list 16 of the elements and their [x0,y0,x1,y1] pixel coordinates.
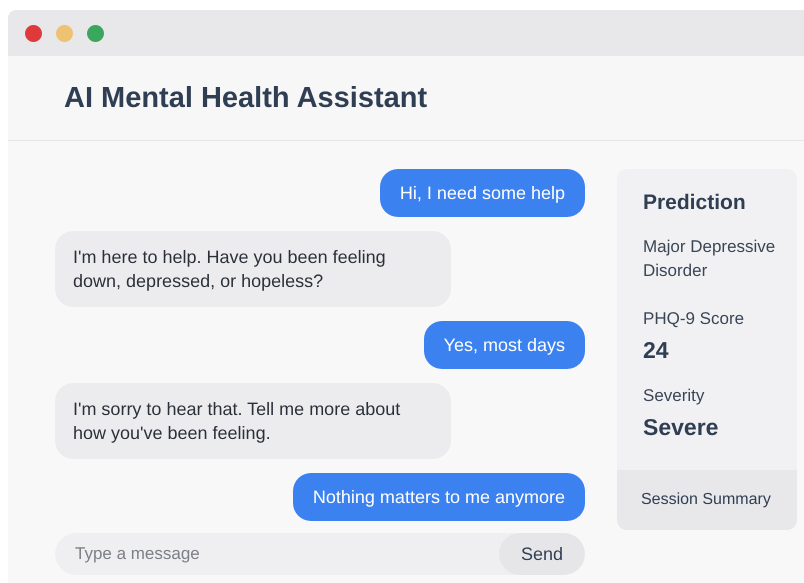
user-message: Hi, I need some help [380,169,585,217]
score-label: PHQ-9 Score [643,308,746,330]
diagnosis: Major Depressive Disorder [643,236,776,282]
severity-value: Severe [643,414,720,441]
window-control-button[interactable] [25,24,42,42]
send-button[interactable]: Send [498,533,585,575]
window-control-button[interactable] [87,24,104,42]
score-value: 24 [643,337,670,364]
user-message: Yes, most days [424,321,585,369]
user-message: Nothing matters to me anymore [292,473,585,521]
app-title: AI Mental Health Assistant [64,82,428,114]
panel-title: Prediction [643,191,747,215]
assistant-message: I'm here to help. Have you been feeling down, depressed, or hopeless? [55,231,451,307]
assistant-message: I'm sorry to hear that. Tell me more about how you've been feeling. [55,383,451,459]
severity-label: Severity [643,385,706,407]
session-summary-button[interactable]: Session Summary [617,470,797,530]
